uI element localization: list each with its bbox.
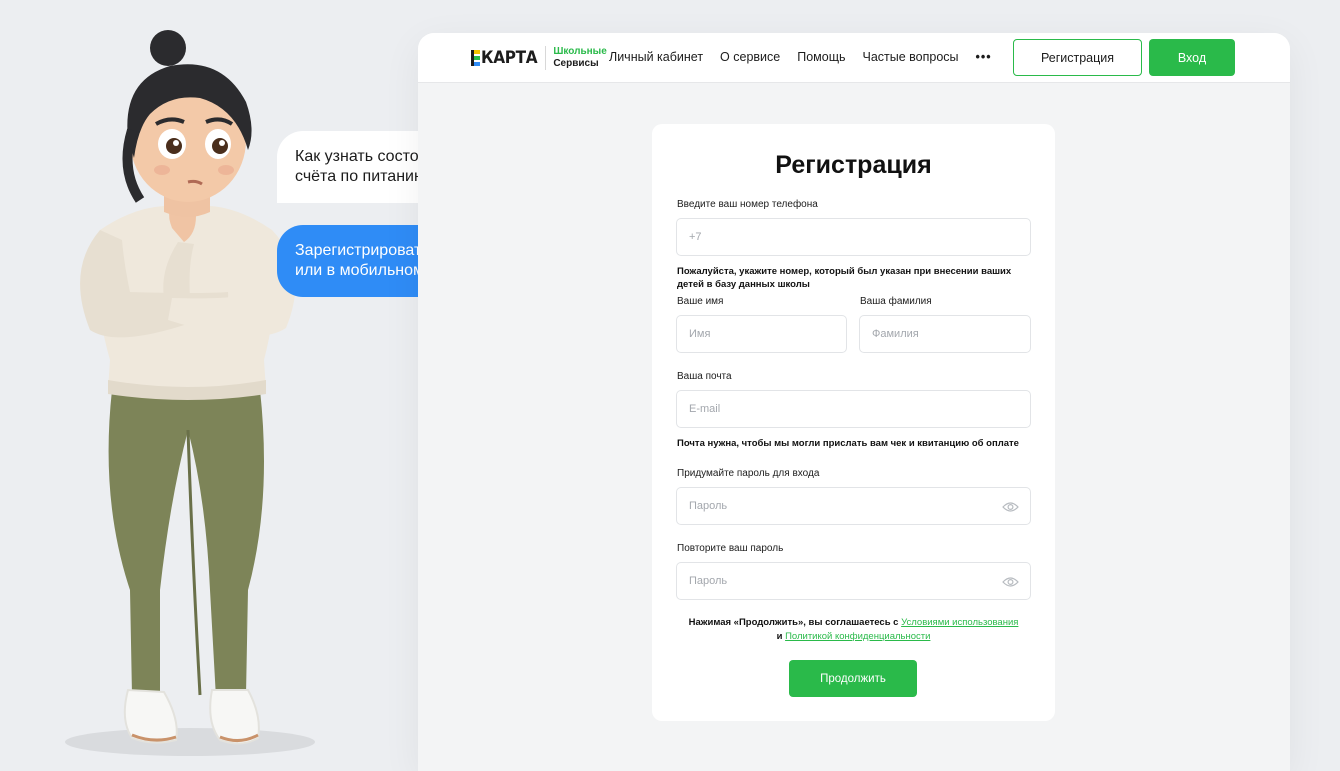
consent-prefix: Нажимая «Продолжить», вы соглашаетесь с [688,617,902,628]
logo-subtitle-line2: Сервисы [553,58,599,69]
last-name-label: Ваша фамилия [860,296,932,307]
password-repeat-input[interactable] [677,563,1030,599]
more-dots-icon[interactable]: ••• [976,50,992,64]
logo[interactable]: КАРТА Школьные Сервисы [471,44,607,72]
phone-label: Введите ваш номер телефона [677,199,818,210]
nav-personal-account[interactable]: Личный кабинет [609,50,703,64]
password-field[interactable] [676,487,1031,525]
first-name-label: Ваше имя [677,296,724,307]
logo-subtitle: Школьные Сервисы [553,46,606,70]
email-field[interactable] [676,390,1031,428]
logo-text: КАРТА [481,48,538,68]
browser-window: КАРТА Школьные Сервисы Личный кабинет О … [418,33,1290,771]
eye-icon[interactable] [1002,501,1019,513]
register-button[interactable]: Регистрация [1013,39,1142,76]
privacy-link[interactable]: Политикой конфиденциальности [785,631,930,642]
consent-and: и [776,631,786,642]
password-repeat-field[interactable] [676,562,1031,600]
email-input[interactable] [677,391,1030,427]
terms-link[interactable]: Условиями использования [901,617,1018,628]
first-name-field[interactable] [676,315,847,353]
consent-text: Нажимая «Продолжить», вы соглашаетесь с … [652,616,1055,644]
last-name-input[interactable] [860,316,1030,352]
email-label: Ваша почта [677,371,732,382]
nav-about[interactable]: О сервисе [720,50,780,64]
site-header: КАРТА Школьные Сервисы Личный кабинет О … [418,33,1290,83]
last-name-field[interactable] [859,315,1031,353]
registration-card: Регистрация Введите ваш номер телефона П… [652,124,1055,721]
password-input[interactable] [677,488,1030,524]
main-nav: Личный кабинет О сервисе Помощь Частые в… [609,50,1009,64]
character-illustration [60,30,320,760]
logo-divider [545,46,547,70]
logo-wordmark: КАРТА [471,48,538,68]
eye-icon[interactable] [1002,576,1019,588]
nav-faq[interactable]: Частые вопросы [863,50,959,64]
password-repeat-label: Повторите ваш пароль [677,543,784,554]
logo-subtitle-line1: Школьные [553,46,607,57]
login-button[interactable]: Вход [1149,39,1235,76]
phone-input[interactable] [677,219,1030,255]
page-title: Регистрация [775,151,932,179]
email-hint: Почта нужна, чтобы мы могли прислать вам… [677,438,1019,449]
phone-field[interactable] [676,218,1031,256]
first-name-input[interactable] [677,316,846,352]
continue-button[interactable]: Продолжить [789,660,917,697]
phone-hint: Пожалуйста, укажите номер, который был у… [677,266,1012,290]
logo-e-icon [471,50,480,66]
password-label: Придумайте пароль для входа [677,468,820,479]
nav-help[interactable]: Помощь [797,50,845,64]
